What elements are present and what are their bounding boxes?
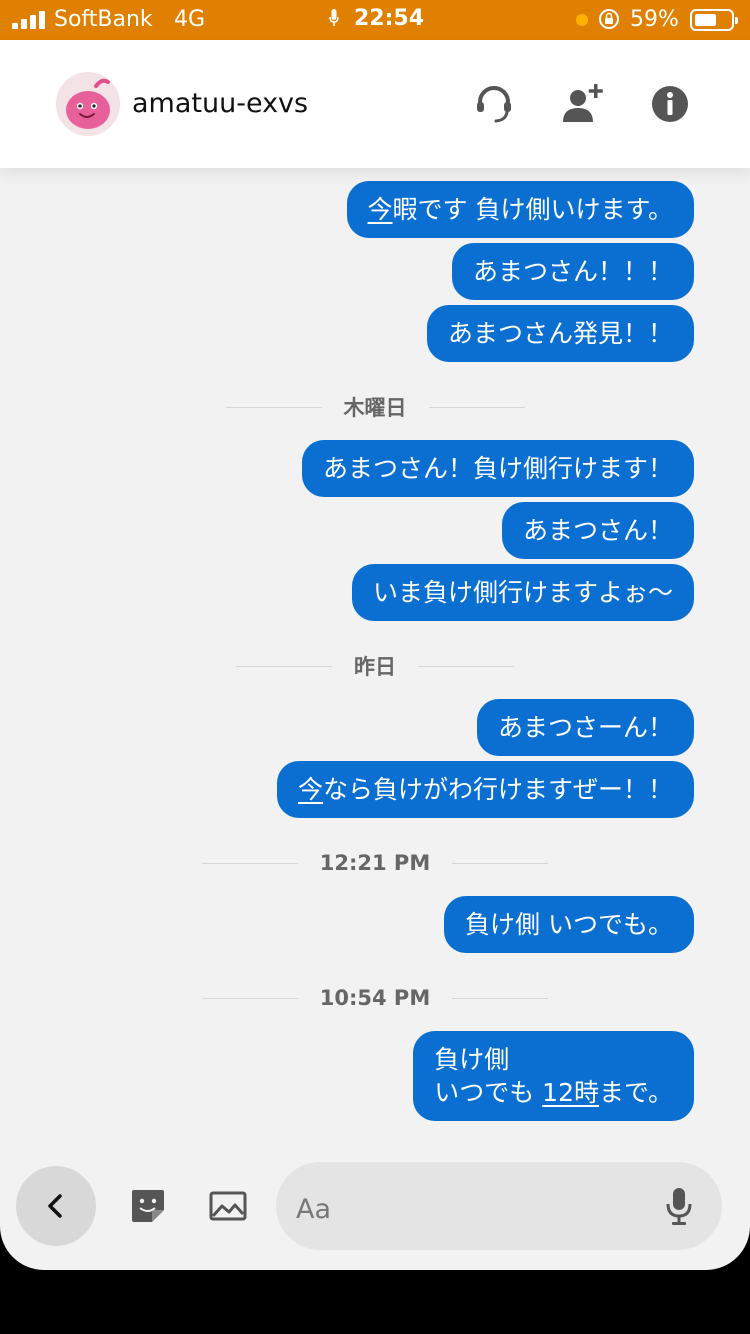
microphone-icon[interactable] (664, 1186, 694, 1226)
composer-bar: Aa (0, 1158, 750, 1270)
separator-line (225, 406, 322, 408)
separator-line (428, 406, 525, 408)
sticker-icon[interactable] (128, 1186, 168, 1226)
message-text: 暇です 負け側いけます。 (392, 195, 673, 224)
add-user-icon[interactable] (558, 80, 606, 128)
avatar-character-icon (66, 78, 110, 129)
date-separator: 木曜日 (0, 392, 750, 422)
linked-text[interactable]: 今 (298, 775, 323, 804)
message-text: あまつさん発見！！ (447, 319, 673, 348)
separator-line (201, 997, 298, 999)
separator-line (452, 997, 549, 999)
separator-line (452, 862, 549, 864)
contact-name[interactable]: amatuu-exvs (132, 88, 308, 119)
message-bubble[interactable]: 負け側 いつでも 12時まで。 (413, 1031, 694, 1121)
separator-label: 10:54 PM (319, 986, 431, 1010)
chat-header: amatuu-exvs (0, 40, 750, 168)
date-separator: 昨日 (0, 651, 750, 681)
message-input-placeholder: Aa (296, 1194, 332, 1225)
recording-indicator-dot (576, 14, 588, 26)
microphone-status-icon (329, 9, 339, 26)
date-separator: 12:21 PM (0, 848, 750, 878)
separator-line (236, 665, 332, 667)
rotation-lock-icon (599, 9, 619, 29)
avatar[interactable] (56, 72, 120, 136)
battery-icon (690, 9, 738, 31)
separator-label: 12:21 PM (319, 851, 431, 875)
message-text: まで。 (598, 1078, 673, 1107)
message-bubble[interactable]: 今暇です 負け側いけます。 (346, 181, 694, 238)
message-line: 負け側 (434, 1043, 673, 1076)
message-bubble[interactable]: あまつさん発見！！ (426, 305, 694, 362)
message-text: あまつさん！負け側行けます！ (322, 454, 673, 483)
info-icon[interactable] (646, 80, 694, 128)
message-text: いま負け側行けますよぉ〜 (372, 578, 673, 607)
date-separator: 10:54 PM (0, 983, 750, 1013)
message-line: いつでも 12時まで。 (434, 1076, 673, 1109)
separator-line (201, 862, 298, 864)
back-button[interactable] (16, 1166, 96, 1246)
separator-label: 昨日 (354, 655, 396, 679)
message-bubble[interactable]: 負け側 いつでも。 (444, 896, 694, 953)
message-bubble[interactable]: あまつさーん！ (476, 699, 694, 756)
message-input[interactable]: Aa (276, 1162, 722, 1250)
linked-text[interactable]: 今 (368, 195, 393, 224)
headset-icon[interactable] (470, 80, 518, 128)
separator-label: 木曜日 (343, 396, 407, 420)
message-bubble[interactable]: あまつさん！負け側行けます！ (301, 440, 694, 497)
message-text: いつでも (434, 1078, 543, 1107)
message-text: あまつさん！ (522, 516, 673, 545)
message-text: なら負けがわ行けますぜー！！ (322, 775, 673, 804)
message-bubble[interactable]: いま負け側行けますよぉ〜 (351, 564, 694, 621)
chat-screen: SoftBank 4G 22:54 59% amatuu-exvs 今暇です 負… (0, 0, 750, 1270)
message-bubble[interactable]: あまつさん！！！ (451, 243, 694, 300)
back-chevron-icon (48, 1194, 62, 1218)
separator-line (418, 665, 514, 667)
message-list[interactable]: 今暇です 負け側いけます。 あまつさん！！！ あまつさん発見！！ 木曜日 あまつさん！負… (0, 168, 750, 1158)
message-bubble[interactable]: あまつさん！ (501, 502, 694, 559)
carrier-name: SoftBank (54, 7, 153, 32)
message-text: あまつさん！！！ (472, 257, 673, 286)
message-text: あまつさーん！ (497, 713, 673, 742)
status-time: 22:54 (354, 6, 425, 31)
signal-strength-icon (12, 11, 45, 29)
network-type: 4G (174, 7, 206, 32)
image-icon[interactable] (208, 1186, 248, 1226)
battery-percent: 59% (630, 7, 679, 32)
message-bubble[interactable]: 今なら負けがわ行けますぜー！！ (276, 761, 694, 818)
linked-text[interactable]: 12時 (542, 1078, 599, 1107)
message-text: 負け側 いつでも。 (465, 910, 673, 939)
status-bar: SoftBank 4G 22:54 59% (0, 0, 750, 40)
message-text: 負け側 (434, 1045, 510, 1074)
